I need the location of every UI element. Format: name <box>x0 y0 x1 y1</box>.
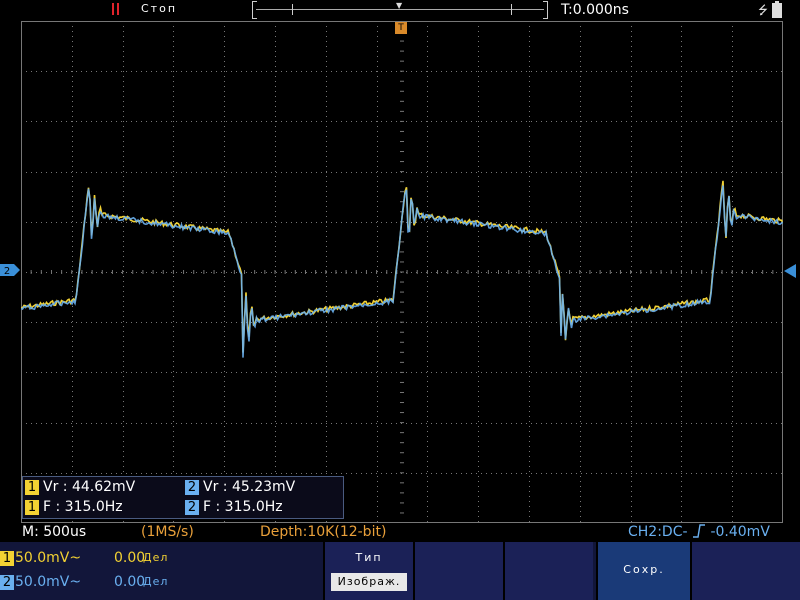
rising-edge-icon <box>693 524 705 538</box>
svg-text:2: 2 <box>4 266 10 276</box>
softkey-empty-2[interactable] <box>413 542 503 600</box>
ch1-settings[interactable]: 1 50.0mV~ 0.00 Дел <box>0 550 167 570</box>
ch1-scale: 50.0mV~ <box>15 550 82 566</box>
ch2-badge: 2 <box>185 479 199 495</box>
ch2-scale: 50.0mV~ <box>15 574 82 590</box>
memory-depth-readout: Depth:10K(12-bit) <box>260 524 387 540</box>
memory-position-bar: ▼ <box>252 1 548 19</box>
ch1-badge: 1 <box>25 479 39 495</box>
measurement-panel: 1 Vr : 44.62mV 2 Vr : 45.23mV 1F : 315.0Hz… <box>22 476 344 519</box>
stop-icon[interactable] <box>110 2 122 16</box>
ch1-badge: 1 <box>25 499 39 515</box>
ch2-settings[interactable]: 2 50.0mV~ 0.00 Дел <box>0 574 167 594</box>
battery-icon <box>772 1 782 18</box>
softkey-type[interactable]: Тип Изображ. <box>323 542 413 600</box>
usb-icon: ⭍ <box>758 3 768 17</box>
channel2-ground-marker[interactable]: 2 <box>0 264 20 276</box>
trigger-source-readout: CH2:DC- -0.40mV <box>628 524 770 540</box>
waveform-display[interactable] <box>21 21 783 523</box>
ch1-waveform <box>21 180 783 353</box>
ch1-offset-unit: Дел <box>143 551 169 564</box>
position-marker-icon: ▼ <box>396 1 403 10</box>
ch1-badge: 1 <box>0 550 14 566</box>
ch2-freq-measurement: 2F : 315.0Hz <box>185 499 283 519</box>
ch2-offset-unit: Дел <box>143 575 169 588</box>
ch2-offset: 0.00 <box>114 574 146 590</box>
acquisition-status: Стоп <box>141 2 178 15</box>
trigger-level-marker[interactable] <box>784 264 796 278</box>
sample-rate-readout: (1MS/s) <box>141 524 194 540</box>
ch1-freq-measurement: 1F : 315.0Hz <box>25 499 123 519</box>
ch2-vr-measurement: 2 Vr : 45.23mV <box>185 479 295 499</box>
ch2-badge: 2 <box>185 499 199 515</box>
trigger-time-readout: T:0.000ns <box>561 2 629 18</box>
softkey-empty-3[interactable] <box>503 542 593 600</box>
ch1-vr-measurement: 1 Vr : 44.62mV <box>25 479 135 499</box>
type-value: Изображ. <box>331 573 407 591</box>
timebase-readout: M: 500us <box>22 524 87 540</box>
waveform-svg <box>21 21 783 523</box>
top-status-bar: Стоп ▼ T:0.000ns ⭍ <box>0 0 800 20</box>
ch2-badge: 2 <box>0 574 14 590</box>
ch1-offset: 0.00 <box>114 550 146 566</box>
softkey-empty-5[interactable] <box>690 542 800 600</box>
softkey-save[interactable]: Сохр. <box>596 542 690 600</box>
trigger-position-marker[interactable]: T <box>395 22 407 34</box>
